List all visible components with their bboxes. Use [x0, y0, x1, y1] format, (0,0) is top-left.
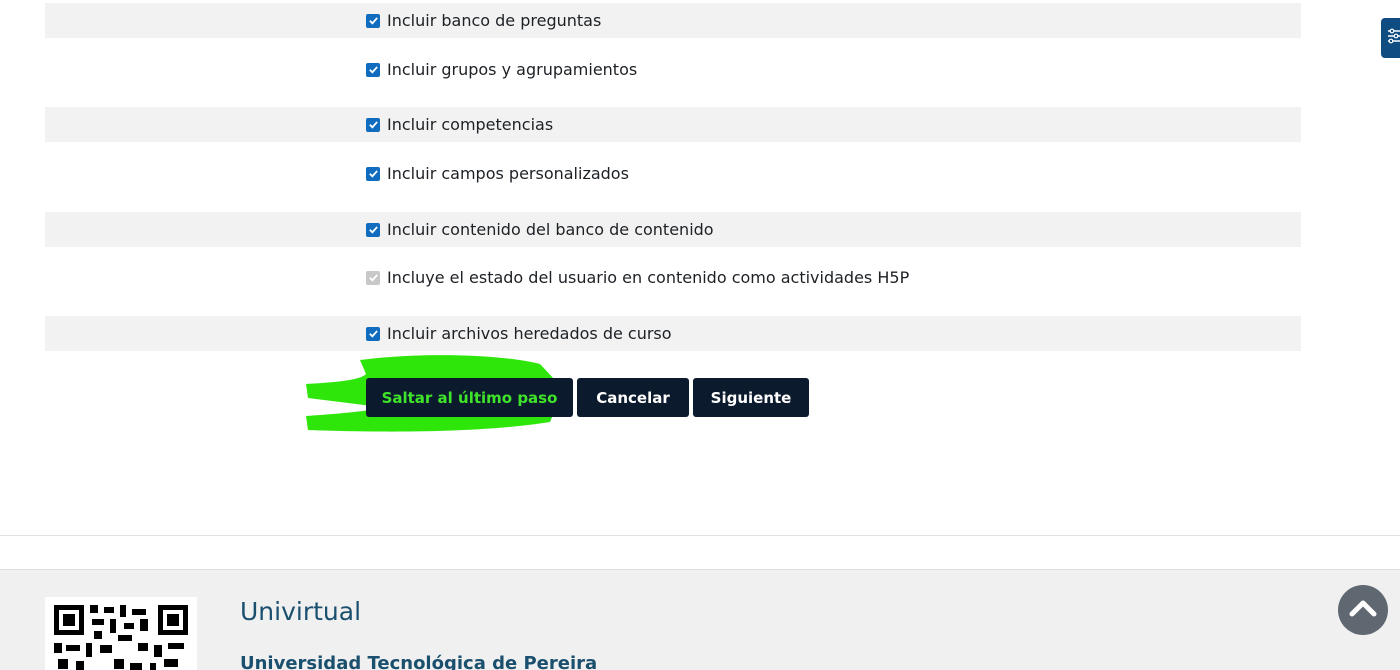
back-to-top-button[interactable] — [1338, 585, 1388, 635]
checkbox-checked-icon[interactable] — [366, 13, 380, 28]
qr-code-icon — [45, 597, 197, 670]
option-row: Incluir contenido del banco de contenido — [45, 212, 1301, 247]
option-label: Incluir campos personalizados — [387, 164, 629, 183]
option-row: Incluye el estado del usuario en conteni… — [45, 260, 1301, 295]
next-button[interactable]: Siguiente — [693, 378, 809, 417]
option-label: Incluir grupos y agrupamientos — [387, 60, 638, 79]
checkbox-checked-icon[interactable] — [366, 222, 380, 237]
option-label: Incluir contenido del banco de contenido — [387, 220, 714, 239]
cancel-button[interactable]: Cancelar — [577, 378, 689, 417]
option-label: Incluir banco de preguntas — [387, 11, 602, 30]
backup-settings-page: Incluir banco de preguntas Incluir grupo… — [0, 0, 1400, 670]
option-label: Incluye el estado del usuario en conteni… — [387, 268, 910, 287]
footer-subtitle: Universidad Tecnológica de Pereira — [240, 653, 598, 670]
option-row: Incluir campos personalizados — [45, 156, 1301, 191]
checkbox-disabled-icon — [366, 270, 380, 285]
site-footer: Univirtual Universidad Tecnológica de Pe… — [0, 569, 1400, 670]
footer-title: Univirtual — [240, 597, 362, 626]
checkbox-checked-icon[interactable] — [366, 166, 380, 181]
option-groups[interactable]: Incluir grupos y agrupamientos — [366, 52, 637, 87]
option-row: Incluir grupos y agrupamientos — [45, 52, 1301, 87]
option-custom-fields[interactable]: Incluir campos personalizados — [366, 156, 629, 191]
option-h5p-user-state: Incluye el estado del usuario en conteni… — [366, 260, 909, 295]
option-content-bank[interactable]: Incluir contenido del banco de contenido — [366, 212, 714, 247]
option-label: Incluir archivos heredados de curso — [387, 324, 672, 343]
checkbox-checked-icon[interactable] — [366, 117, 380, 132]
option-question-bank[interactable]: Incluir banco de preguntas — [366, 3, 601, 38]
chevron-up-icon — [1348, 598, 1378, 622]
sliders-icon — [1386, 26, 1400, 50]
option-row: Incluir archivos heredados de curso — [45, 316, 1301, 351]
option-competencies[interactable]: Incluir competencias — [366, 107, 553, 142]
checkbox-checked-icon[interactable] — [366, 326, 380, 341]
option-row: Incluir competencias — [45, 107, 1301, 142]
option-legacy-files[interactable]: Incluir archivos heredados de curso — [366, 316, 672, 351]
checkbox-checked-icon[interactable] — [366, 62, 380, 77]
option-row: Incluir banco de preguntas — [45, 3, 1301, 38]
page-divider — [0, 535, 1400, 536]
option-label: Incluir competencias — [387, 115, 554, 134]
side-drawer-toggle[interactable] — [1381, 18, 1400, 58]
skip-to-last-step-button[interactable]: Saltar al último paso — [366, 378, 573, 417]
